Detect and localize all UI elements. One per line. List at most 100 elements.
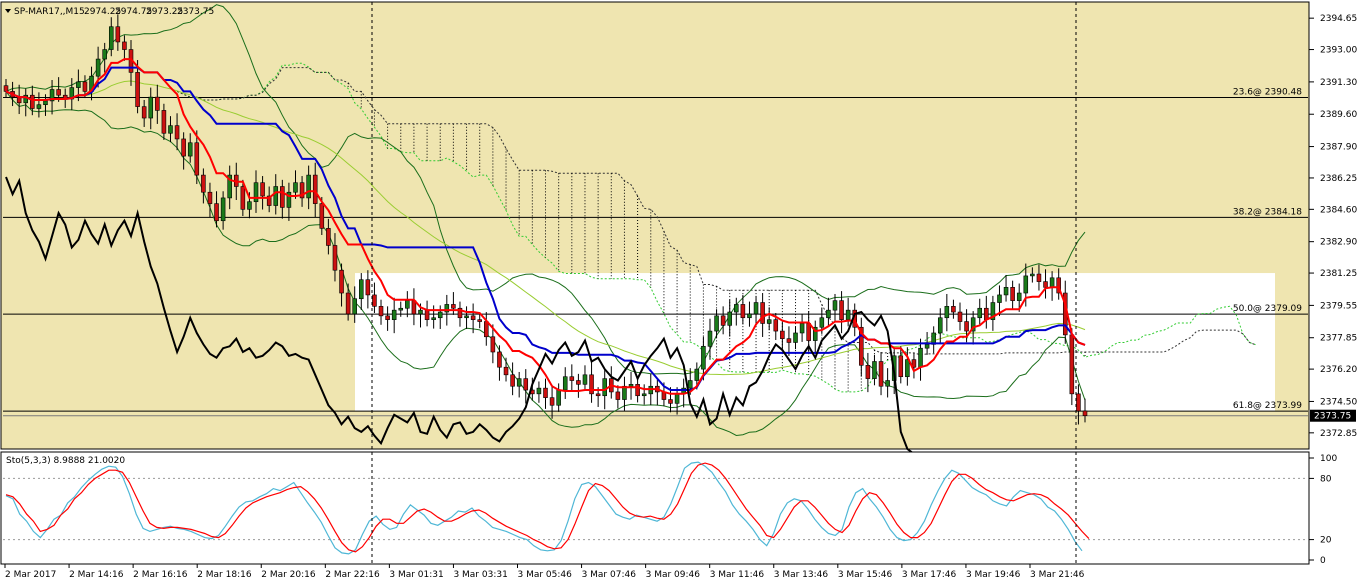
bull-candle[interactable] [641, 393, 647, 397]
bull-candle[interactable] [36, 104, 42, 109]
bear-candle[interactable] [181, 138, 186, 157]
bear-candle[interactable] [1043, 281, 1048, 288]
bear-candle[interactable] [319, 203, 325, 229]
bear-candle[interactable] [135, 72, 140, 107]
bull-candle[interactable] [437, 311, 443, 319]
bear-candle[interactable] [214, 203, 219, 222]
bear-candle[interactable] [1010, 287, 1015, 301]
bear-candle[interactable] [898, 355, 904, 378]
bear-candle[interactable] [424, 309, 430, 320]
bull-candle[interactable] [418, 309, 423, 315]
bull-candle[interactable] [1030, 273, 1035, 277]
bull-candle[interactable] [714, 315, 719, 332]
bear-candle[interactable] [372, 294, 377, 307]
bull-candle[interactable] [220, 197, 226, 222]
bear-candle[interactable] [345, 292, 351, 315]
bear-candle[interactable] [760, 302, 765, 324]
bull-candle[interactable] [905, 359, 910, 378]
bear-candle[interactable] [984, 307, 989, 320]
bear-candle[interactable] [668, 399, 673, 404]
bull-candle[interactable] [43, 100, 48, 106]
bull-candle[interactable] [918, 347, 923, 368]
bear-candle[interactable] [30, 94, 35, 109]
bear-candle[interactable] [201, 174, 206, 193]
bear-candle[interactable] [56, 89, 61, 96]
bull-candle[interactable] [359, 279, 364, 300]
bull-candle[interactable] [997, 294, 1002, 303]
bull-candle[interactable] [398, 307, 404, 311]
bull-candle[interactable] [937, 317, 943, 334]
bull-candle[interactable] [95, 58, 101, 77]
bear-candle[interactable] [523, 378, 529, 391]
bull-candle[interactable] [562, 376, 568, 391]
bear-candle[interactable] [806, 323, 811, 341]
bull-candle[interactable] [516, 378, 522, 387]
bull-candle[interactable] [727, 311, 732, 326]
bear-candle[interactable] [3, 85, 9, 92]
bear-candle[interactable] [141, 106, 147, 119]
bear-candle[interactable] [280, 186, 285, 208]
bear-candle[interactable] [497, 351, 502, 368]
bear-candle[interactable] [740, 304, 746, 319]
bull-candle[interactable] [687, 380, 693, 389]
bear-candle[interactable] [122, 41, 127, 50]
bear-candle[interactable] [477, 319, 482, 322]
bull-candle[interactable] [536, 387, 542, 395]
bear-candle[interactable] [155, 96, 160, 111]
bull-candle[interactable] [1016, 292, 1022, 301]
bull-candle[interactable] [108, 26, 114, 50]
bear-candle[interactable] [510, 374, 515, 387]
bear-candle[interactable] [720, 315, 726, 326]
bear-candle[interactable] [1069, 334, 1075, 395]
bull-candle[interactable] [674, 393, 680, 404]
bull-candle[interactable] [293, 182, 298, 193]
bull-candle[interactable] [102, 49, 107, 60]
bull-candle[interactable] [944, 306, 950, 319]
bear-candle[interactable] [786, 338, 792, 343]
bear-candle[interactable] [773, 319, 779, 332]
bull-candle[interactable] [707, 330, 713, 347]
bull-candle[interactable] [306, 174, 311, 199]
bear-candle[interactable] [951, 306, 956, 313]
bull-candle[interactable] [845, 309, 851, 320]
bull-candle[interactable] [622, 385, 627, 400]
bull-candle[interactable] [872, 361, 877, 379]
bull-candle[interactable] [734, 304, 739, 313]
bear-candle[interactable] [1036, 273, 1042, 282]
bear-candle[interactable] [878, 361, 884, 387]
bull-candle[interactable] [602, 378, 607, 397]
bull-candle[interactable] [464, 315, 469, 319]
bull-candle[interactable] [701, 345, 706, 370]
bull-candle[interactable] [148, 96, 154, 119]
bull-candle[interactable] [273, 186, 279, 206]
bull-candle[interactable] [747, 313, 752, 319]
bull-candle[interactable] [753, 302, 759, 315]
bull-candle[interactable] [628, 384, 634, 387]
bull-candle[interactable] [1023, 275, 1029, 294]
bear-candle[interactable] [865, 365, 871, 379]
bear-candle[interactable] [312, 174, 318, 204]
bull-candle[interactable] [168, 125, 173, 134]
bull-candle[interactable] [819, 317, 825, 328]
bull-candle[interactable] [799, 323, 805, 334]
bull-candle[interactable] [582, 374, 588, 385]
bear-candle[interactable] [326, 228, 331, 246]
bull-candle[interactable] [556, 389, 561, 406]
bull-candle[interactable] [247, 201, 252, 210]
bear-candle[interactable] [543, 387, 548, 398]
bear-candle[interactable] [615, 391, 621, 400]
bear-candle[interactable] [240, 186, 246, 210]
bull-candle[interactable] [694, 368, 700, 381]
bear-candle[interactable] [378, 306, 384, 317]
bear-candle[interactable] [385, 315, 390, 320]
bull-candle[interactable] [885, 380, 890, 387]
bull-candle[interactable] [766, 319, 772, 324]
bear-candle[interactable] [576, 380, 581, 385]
bull-candle[interactable] [793, 332, 798, 343]
bear-candle[interactable] [964, 321, 969, 332]
bull-candle[interactable] [76, 81, 81, 88]
bear-candle[interactable] [260, 182, 265, 197]
price-panel[interactable]: 23.6@ 2390.48 38.2@ 2384.18 50.0@ 2379.09 6… [0, 1, 1310, 455]
bull-candle[interactable] [405, 300, 410, 309]
bear-candle[interactable] [1076, 393, 1081, 412]
